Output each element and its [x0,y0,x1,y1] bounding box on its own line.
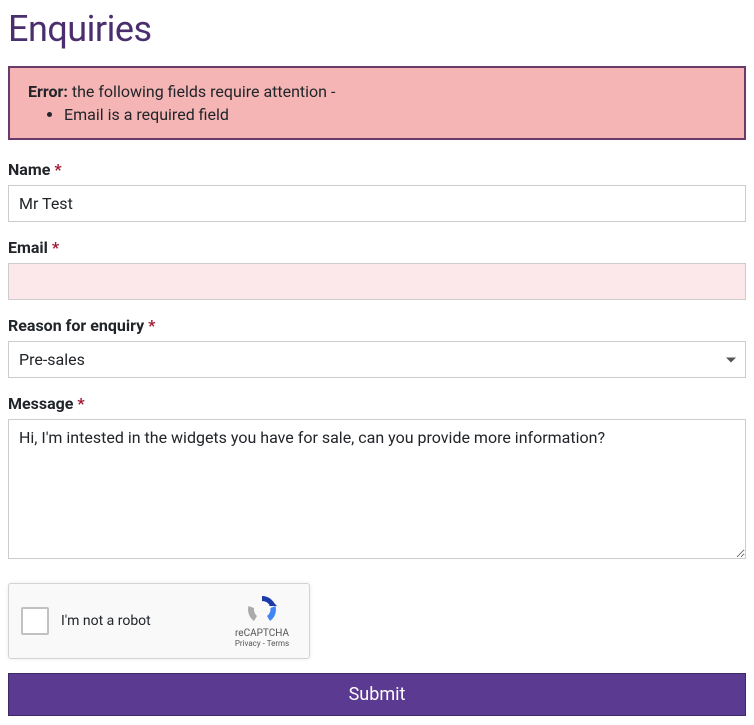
recaptcha-privacy-link[interactable]: Privacy [235,639,261,648]
reason-select[interactable]: Pre-sales [8,341,746,378]
email-label-text: Email [8,238,48,257]
recaptcha-links: Privacy - Terms [235,639,289,648]
recaptcha-widget: I'm not a robot reCAPTCHA Privacy - Term… [8,583,310,659]
email-label: Email * [8,238,746,257]
recaptcha-terms-link[interactable]: Terms [267,639,289,648]
message-label-text: Message [8,394,73,413]
reason-label-text: Reason for enquiry [8,316,144,335]
error-heading: Error: the following fields require atte… [28,82,726,101]
required-asterisk: * [54,160,61,179]
recaptcha-label: I'm not a robot [61,613,227,629]
name-label-text: Name [8,160,50,179]
submit-button[interactable]: Submit [8,673,746,716]
error-message: the following fields require attention - [72,82,336,101]
name-input[interactable] [8,185,746,222]
required-asterisk: * [148,316,155,335]
reason-label: Reason for enquiry * [8,316,746,335]
message-label: Message * [8,394,746,413]
recaptcha-checkbox[interactable] [21,607,49,635]
form-group-email: Email * [8,238,746,300]
name-label: Name * [8,160,746,179]
page-title: Enquiries [8,8,746,50]
recaptcha-brand-text: reCAPTCHA [235,628,289,639]
email-input[interactable] [8,263,746,300]
required-asterisk: * [77,394,84,413]
form-group-message: Message * Hi, I'm intested in the widget… [8,394,746,563]
recaptcha-branding: reCAPTCHA Privacy - Terms [227,594,297,648]
error-list: Email is a required field [28,105,726,124]
required-asterisk: * [52,238,59,257]
error-item: Email is a required field [64,105,726,124]
message-textarea[interactable]: Hi, I'm intested in the widgets you have… [8,419,746,559]
error-alert: Error: the following fields require atte… [8,66,746,140]
recaptcha-logo-icon [246,594,278,626]
form-group-name: Name * [8,160,746,222]
error-prefix: Error: [28,82,68,101]
form-group-reason: Reason for enquiry * Pre-sales [8,316,746,378]
reason-select-wrapper: Pre-sales [8,341,746,378]
